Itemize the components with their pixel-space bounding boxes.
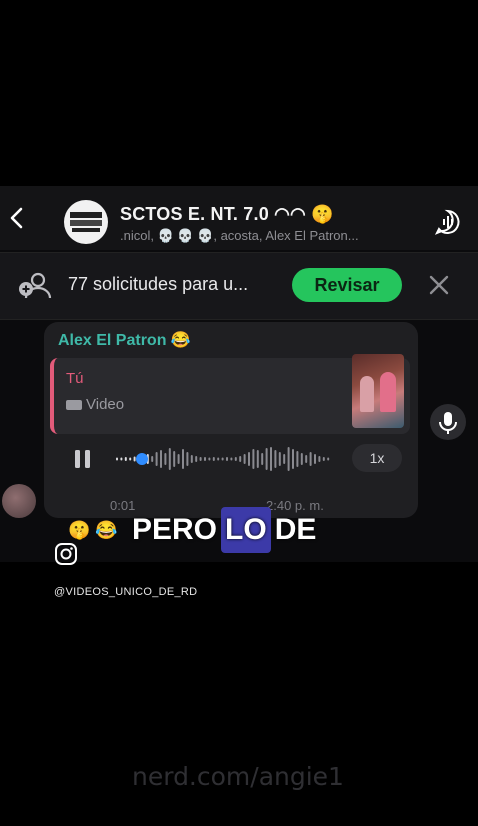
waveform-bar [261,453,264,465]
waveform-bar [256,450,259,468]
waveform-bar [234,457,237,461]
voice-message-bubble[interactable]: Alex El Patron 😂 Tú Video 1x 0:01 2:40 p… [44,322,418,518]
waveform-bar [190,455,193,463]
waveform-bar [186,452,189,466]
close-icon[interactable] [428,274,450,296]
waveform-bar [199,457,202,461]
waveform-bar [195,456,198,462]
waveform-bar [318,456,321,462]
waveform-bar [133,456,136,462]
waveform-bar [287,447,290,471]
waveform-bar [173,451,176,467]
title-emoji: ◠◠ 🤫 [274,204,334,224]
microphone-button[interactable] [430,404,466,440]
creator-handle: @VIDEOS_UNICO_DE_RD [54,586,198,598]
waveform-bar [151,456,154,462]
waveform-bar [182,449,184,469]
review-button[interactable]: Revisar [292,268,402,302]
playhead-handle[interactable] [136,453,148,465]
caption-word-highlighted: LO [221,507,271,553]
waveform-bar [248,452,250,466]
requests-text[interactable]: 77 solicitudes para u... [68,274,248,295]
waveform-bar [239,456,242,462]
waveform-bar [274,450,277,468]
waveform-bar [116,457,118,461]
waveform-bar [278,452,281,466]
waveform-bar [327,457,330,461]
waveform-bar [305,455,308,463]
voice-call-icon[interactable] [434,208,462,236]
group-members: .nicol, 💀 💀 💀, acosta, Alex El Patron... [120,228,359,243]
caption-word: DE [274,513,317,546]
video-camera-icon [66,400,82,411]
waveform-bar [270,447,272,471]
playback-speed-button[interactable]: 1x [352,444,402,472]
waveform-bar [243,454,246,464]
sender-avatar[interactable] [2,484,36,518]
watermark: nerd.com/angie1 [132,762,344,791]
waveform-bar [309,452,312,466]
video-caption: PERO LO DE [128,507,320,553]
quoted-type: Video [66,396,124,413]
people-icon [19,272,52,299]
waveform-bar [226,457,228,461]
waveform-bar [208,457,211,461]
waveform-bar [177,454,180,464]
join-requests-banner: 77 solicitudes para u... Revisar [0,252,478,320]
waveform-bar [168,448,171,470]
waveform-bar [300,453,303,465]
reaction-emojis: 🤫 😂 [68,520,118,540]
waveform-bar [283,454,286,464]
waveform-bar [155,452,158,466]
group-title[interactable]: SCTOS E. NT. 7.0 ◠◠ 🤫 [120,204,334,225]
waveform-bar [212,457,215,461]
caption-word: PERO [132,513,218,546]
instagram-icon [55,543,77,565]
video-thumbnail[interactable] [352,354,404,428]
waveform-bar [217,457,220,461]
waveform-bar [204,457,206,461]
chat-screen: SCTOS E. NT. 7.0 ◠◠ 🤫 .nicol, 💀 💀 💀, aco… [0,186,478,562]
waveform-bar [230,457,233,461]
waveform-bar [221,457,224,461]
chevron-left-icon[interactable] [6,206,28,230]
waveform-bar [322,457,325,461]
sender-name: Alex El Patron 😂 [58,332,191,349]
quoted-author: Tú [66,370,84,387]
waveform-bar [160,450,162,468]
waveform-bar [252,449,255,469]
waveform-bar [265,448,268,470]
chat-header: SCTOS E. NT. 7.0 ◠◠ 🤫 .nicol, 💀 💀 💀, aco… [0,186,478,250]
waveform-bar [292,449,294,469]
pause-icon[interactable] [72,448,94,470]
waveform-bar [164,453,167,465]
waveform-bar [129,457,132,461]
waveform-bar [120,457,123,461]
waveform-bar [124,457,127,461]
audio-waveform[interactable] [114,440,334,478]
microphone-icon [439,412,457,434]
waveform-bar [314,454,316,464]
group-avatar[interactable] [64,200,108,244]
waveform-bar [296,451,299,467]
